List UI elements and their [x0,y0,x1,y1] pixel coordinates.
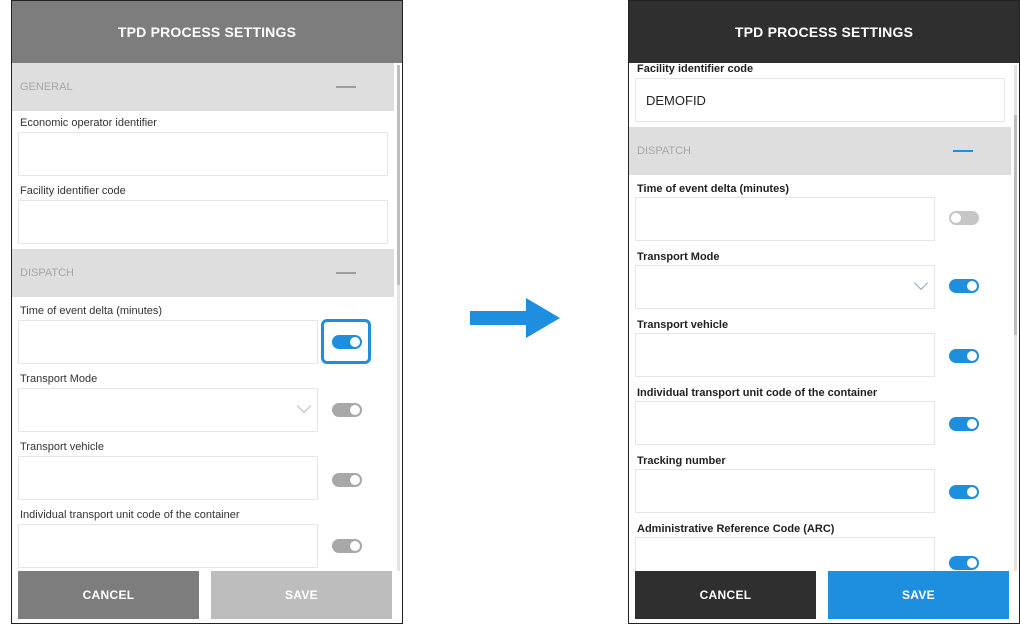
time-delta-toggle[interactable] [949,211,979,225]
toggle-knob [967,487,977,497]
action-bar: CANCEL SAVE [629,571,1019,623]
economic-operator-label: Economic operator identifier [20,117,157,129]
transport-unit-input[interactable] [18,524,318,568]
scrollbar-thumb[interactable] [1014,115,1017,335]
toggle-knob [967,351,977,361]
toggle-knob [967,281,977,291]
time-delta-label: Time of event delta (minutes) [20,305,163,317]
chevron-down-icon [296,398,312,414]
transport-vehicle-label: Transport vehicle [20,441,104,453]
scrollbar-thumb[interactable] [397,65,400,285]
section-header-label: DISPATCH [637,145,691,157]
arc-label: Administrative Reference Code (ARC) [637,523,835,535]
toggle-knob [951,213,961,223]
time-delta-input[interactable] [18,320,318,364]
before-screen: TPD PROCESS SETTINGS GENERAL Economic op… [11,0,403,624]
toggle-knob [350,541,360,551]
transport-vehicle-input[interactable] [18,456,318,500]
transport-mode-toggle[interactable] [949,279,979,293]
page-title: TPD PROCESS SETTINGS [629,1,1019,63]
chevron-down-icon [913,275,929,291]
facility-code-input[interactable] [18,200,388,244]
facility-code-label: Facility identifier code [20,185,126,197]
minus-icon[interactable] [336,86,356,88]
tracking-number-label: Tracking number [637,455,726,467]
transport-vehicle-label: Transport vehicle [637,319,729,331]
time-delta-input[interactable] [635,197,935,241]
section-header-dispatch[interactable]: DISPATCH [629,127,1011,175]
facility-code-label: Facility identifier code [637,63,754,75]
section-header-general[interactable]: GENERAL [12,63,394,111]
transport-unit-input[interactable] [635,401,935,445]
action-bar: CANCEL SAVE [12,571,402,623]
time-delta-label: Time of event delta (minutes) [637,183,789,195]
economic-operator-input[interactable] [18,132,388,176]
toggle-knob [967,558,977,568]
save-button[interactable]: SAVE [828,571,1009,619]
transport-vehicle-toggle[interactable] [332,473,362,487]
toggle-knob [350,475,360,485]
tracking-number-input[interactable] [635,469,935,513]
cancel-button[interactable]: CANCEL [635,571,816,619]
transport-vehicle-input[interactable] [635,333,935,377]
tracking-number-toggle[interactable] [949,485,979,499]
after-screen: TPD PROCESS SETTINGS Facility identifier… [628,0,1020,624]
section-header-label: DISPATCH [20,267,74,279]
toggle-highlight [321,319,371,364]
transport-unit-toggle[interactable] [949,417,979,431]
settings-content: Facility identifier code DEMOFID DISPATC… [629,63,1011,571]
facility-code-input[interactable]: DEMOFID [635,78,1005,122]
transport-mode-select[interactable] [635,265,935,309]
toggle-knob [967,419,977,429]
scrollbar[interactable] [1014,65,1017,571]
arc-input[interactable] [635,537,935,571]
transport-unit-toggle[interactable] [332,539,362,553]
page-title: TPD PROCESS SETTINGS [12,1,402,63]
transport-mode-toggle[interactable] [332,403,362,417]
minus-icon[interactable] [953,150,973,152]
save-button[interactable]: SAVE [211,571,392,619]
right-arrow-icon [470,298,560,338]
toggle-knob [350,405,360,415]
section-header-dispatch[interactable]: DISPATCH [12,249,394,297]
cancel-button[interactable]: CANCEL [18,571,199,619]
settings-content: GENERAL Economic operator identifier Fac… [12,63,394,571]
transport-mode-label: Transport Mode [20,373,98,385]
transport-vehicle-toggle[interactable] [949,349,979,363]
minus-icon[interactable] [336,272,356,274]
arc-toggle[interactable] [949,556,979,570]
transport-unit-label: Individual transport unit code of the co… [20,509,240,521]
section-header-label: GENERAL [20,81,73,93]
scrollbar[interactable] [397,65,400,571]
transport-mode-select[interactable] [18,388,318,432]
transport-mode-label: Transport Mode [637,251,720,263]
transport-unit-label: Individual transport unit code of the co… [637,387,878,399]
